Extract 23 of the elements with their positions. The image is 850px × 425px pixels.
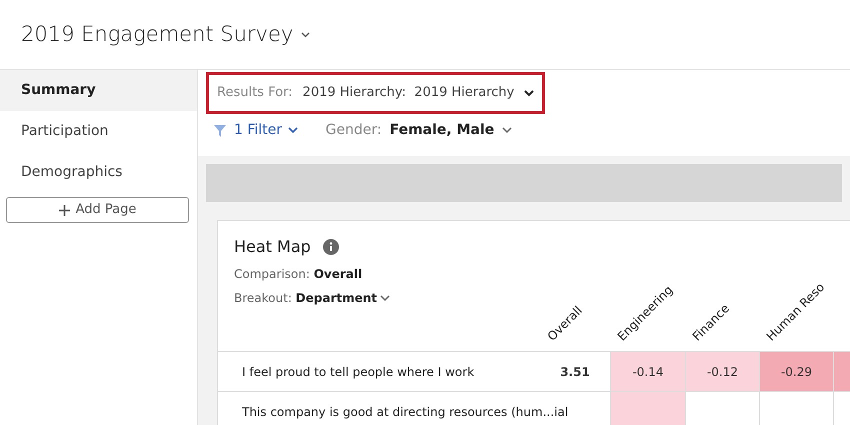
card-title: Heat Map: [234, 236, 311, 258]
filter-value[interactable]: Female, Male: [390, 120, 494, 141]
filter-icon: [214, 124, 226, 136]
filter-label: Gender:: [326, 121, 382, 140]
chevron-down-icon[interactable]: [301, 32, 310, 38]
sidebar-tab[interactable]: Summary: [0, 70, 197, 111]
heat-map-cell: -0.14: [610, 351, 685, 391]
chevron-down-icon[interactable]: [502, 127, 512, 134]
heat-map-cell: -0.12: [685, 351, 759, 391]
results-for-selector[interactable]: Results For: 2019 Hierarchy: 2019 Hierarchy: [206, 72, 546, 114]
comparison-text: Comparison: Overall: [233, 266, 364, 283]
plus-icon: [58, 204, 70, 216]
add-page-button[interactable]: Add Page: [6, 197, 189, 223]
breakout-text[interactable]: Breakout: Department: [234, 289, 378, 307]
chevron-down-icon[interactable]: [380, 294, 390, 302]
chevron-down-icon: [288, 127, 298, 134]
survey-title[interactable]: 2019 Engagement Survey: [21, 18, 294, 50]
filter-button[interactable]: 1 Filter: [234, 120, 298, 141]
question-text: This company is good at directing resources (hum...ial: [242, 404, 568, 420]
question-text: I feel proud to tell people where I work: [242, 364, 474, 380]
chevron-down-icon: [524, 90, 534, 96]
info-icon[interactable]: [322, 239, 339, 255]
heat-map-cell: -0.29: [759, 351, 833, 391]
